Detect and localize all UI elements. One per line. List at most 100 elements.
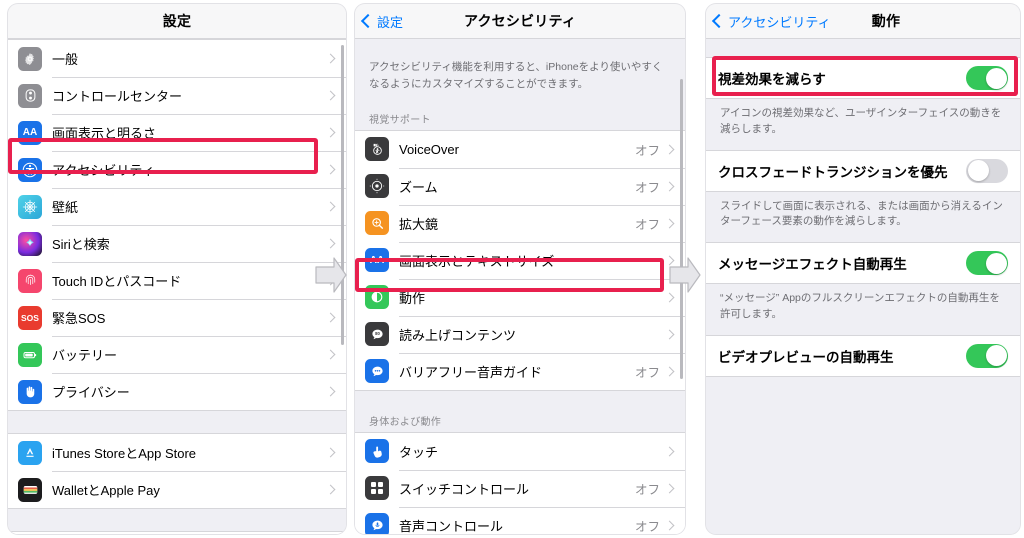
chevron-right-icon: [664, 483, 675, 494]
sidebar-item-emergency-sos[interactable]: SOS 緊急SOS: [8, 299, 346, 336]
accessibility-icon: [18, 157, 42, 182]
group-separator: [355, 390, 685, 405]
list-item-label: VoiceOver: [399, 141, 459, 157]
list-item-value: オフ: [634, 143, 660, 158]
sidebar-item-label: コントロールセンター: [52, 89, 183, 104]
list-item-switch-control[interactable]: スイッチコントロール オフ: [355, 469, 685, 507]
chevron-right-icon: [325, 90, 336, 101]
sidebar-item-wallpaper[interactable]: 壁紙: [8, 188, 346, 225]
video-preview-toggle[interactable]: [966, 343, 1008, 368]
setting-description: “メッセージ” Appのフルスクリーンエフェクトの自動再生を許可します。: [706, 284, 1020, 335]
control-center-icon: [18, 83, 42, 108]
touchid-icon: [18, 268, 42, 293]
list-item-motion[interactable]: 動作: [355, 278, 685, 316]
text-size-icon: AA: [365, 248, 389, 273]
sidebar-item-accessibility[interactable]: アクセシビリティ: [8, 151, 346, 188]
sidebar-item-privacy[interactable]: プライバシー: [8, 373, 346, 410]
wallet-icon: [18, 477, 42, 502]
chevron-right-icon: [664, 181, 675, 192]
toggle-knob: [967, 160, 989, 181]
accessibility-list[interactable]: アクセシビリティ機能を利用すると、iPhoneをより使いやすくなるようにカスタマ…: [355, 39, 685, 534]
sidebar-item-touchid-passcode[interactable]: Touch IDとパスコード: [8, 262, 346, 299]
list-item-value: オフ: [634, 217, 660, 232]
sidebar-item-label: アクセシビリティ: [52, 163, 155, 178]
chevron-right-icon: [325, 349, 336, 360]
sidebar-item-passwords-accounts[interactable]: パスワードとアカウント: [8, 532, 346, 534]
audio-guide-icon: [365, 359, 389, 384]
setting-auto-play-video-previews[interactable]: ビデオプレビューの自動再生: [706, 335, 1020, 376]
setting-video-preview-group: ビデオプレビューの自動再生: [706, 334, 1020, 377]
message-effects-toggle[interactable]: [966, 251, 1008, 275]
chevron-right-icon: [325, 386, 336, 397]
magnifier-icon: [365, 211, 389, 236]
zoom-icon: [365, 174, 389, 199]
top-inset: [706, 39, 1020, 57]
toggle-knob: [985, 252, 1007, 274]
cross-fade-toggle[interactable]: [966, 158, 1008, 183]
sidebar-item-general[interactable]: 一般: [8, 40, 346, 77]
sidebar-item-battery[interactable]: バッテリー: [8, 336, 346, 373]
list-item-voiceover[interactable]: VoiceOver オフ: [355, 130, 685, 168]
switch-control-icon: [365, 476, 389, 501]
chevron-right-icon: [664, 520, 675, 531]
sidebar-item-label: Touch IDとパスコード: [52, 274, 182, 289]
list-item-value: オフ: [634, 180, 660, 195]
setting-description: アイコンの視差効果など、ユーザインターフェイスの動きを減らします。: [706, 99, 1020, 150]
setting-label: メッセージエフェクト自動再生: [718, 257, 907, 272]
accessibility-group-physical: タッチ スイッチコントロール オフ 音声コントロール オフ: [355, 431, 685, 534]
list-item-spoken-content[interactable]: 80 読み上げコンテンツ: [355, 315, 685, 353]
svg-text:80: 80: [375, 331, 380, 336]
scrollbar-accessibility[interactable]: [680, 79, 683, 379]
touch-icon: [365, 439, 389, 464]
list-item-magnifier[interactable]: 拡大鏡 オフ: [355, 204, 685, 242]
list-item-value: オフ: [634, 519, 660, 534]
setting-reduce-motion-group: 視差効果を減らす: [706, 57, 1020, 99]
wallpaper-icon: [18, 194, 42, 219]
navbar-settings: 設定: [8, 4, 346, 39]
sidebar-item-label: Siriと検索: [52, 237, 110, 252]
settings-group-accounts: パスワードとアカウント: [8, 531, 346, 534]
list-item-voice-control[interactable]: 音声コントロール オフ: [355, 506, 685, 534]
setting-reduce-motion[interactable]: 視差効果を減らす: [706, 58, 1020, 98]
list-item-display-text-size[interactable]: AA 画面表示とテキストサイズ: [355, 241, 685, 279]
list-item-zoom[interactable]: ズーム オフ: [355, 167, 685, 205]
chevron-right-icon: [664, 218, 675, 229]
back-button-settings[interactable]: 設定: [360, 4, 403, 38]
sos-icon: SOS: [18, 305, 42, 330]
chevron-right-icon: [664, 144, 675, 155]
page-title: 動作: [871, 13, 901, 29]
accessibility-group-vision: VoiceOver オフ ズーム オフ 拡大鏡 オフ AA 画面表示とテキストサ…: [355, 129, 685, 391]
list-item-label: 音声コントロール: [399, 518, 504, 534]
list-item-value: オフ: [634, 482, 660, 497]
settings-group-system: 一般 コントロールセンター AA 画面表示と明るさ アクセシビリティ 壁紙 Si…: [8, 39, 346, 411]
chevron-right-icon: [664, 329, 675, 340]
navbar-accessibility: 設定 アクセシビリティ: [355, 4, 685, 39]
section-header-physical-motor: 身体および動作: [355, 404, 685, 432]
motion-list[interactable]: 視差効果を減らす アイコンの視差効果など、ユーザインターフェイスの動きを減らしま…: [706, 39, 1020, 534]
group-separator: [8, 509, 346, 531]
setting-prefer-cross-fade[interactable]: クロスフェードトランジションを優先: [706, 150, 1020, 191]
list-item-touch[interactable]: タッチ: [355, 432, 685, 470]
scrollbar-settings[interactable]: [341, 45, 344, 345]
dot-grid: [371, 482, 383, 495]
back-button-label: アクセシビリティ: [728, 14, 831, 30]
chevron-right-icon: [325, 127, 336, 138]
list-item-audio-descriptions[interactable]: バリアフリー音声ガイド オフ: [355, 352, 685, 390]
toggle-knob: [985, 345, 1007, 366]
chevron-right-icon: [325, 201, 336, 212]
sidebar-item-control-center[interactable]: コントロールセンター: [8, 77, 346, 114]
setting-label: クロスフェードトランジションを優先: [718, 164, 948, 180]
reduce-motion-toggle[interactable]: [966, 66, 1008, 90]
tutorial-stage: 設定 一般 コントロールセンター AA 画面表示と明るさ アクセシビリティ 壁紙…: [0, 0, 1024, 538]
sidebar-item-itunes-appstore[interactable]: iTunes StoreとApp Store: [8, 434, 346, 471]
sidebar-item-display-brightness[interactable]: AA 画面表示と明るさ: [8, 114, 346, 151]
setting-auto-play-message-effects[interactable]: メッセージエフェクト自動再生: [706, 243, 1020, 283]
accessibility-intro-text: アクセシビリティ機能を利用すると、iPhoneをより使いやすくなるようにカスタマ…: [355, 39, 685, 103]
chevron-right-icon: [325, 312, 336, 323]
settings-list[interactable]: 一般 コントロールセンター AA 画面表示と明るさ アクセシビリティ 壁紙 Si…: [8, 39, 346, 534]
back-button-accessibility[interactable]: アクセシビリティ: [711, 4, 831, 38]
chevron-left-icon: [360, 13, 376, 29]
list-item-label: 読み上げコンテンツ: [399, 327, 517, 343]
sidebar-item-siri-search[interactable]: Siriと検索: [8, 225, 346, 262]
sidebar-item-wallet-applepay[interactable]: WalletとApple Pay: [8, 471, 346, 508]
